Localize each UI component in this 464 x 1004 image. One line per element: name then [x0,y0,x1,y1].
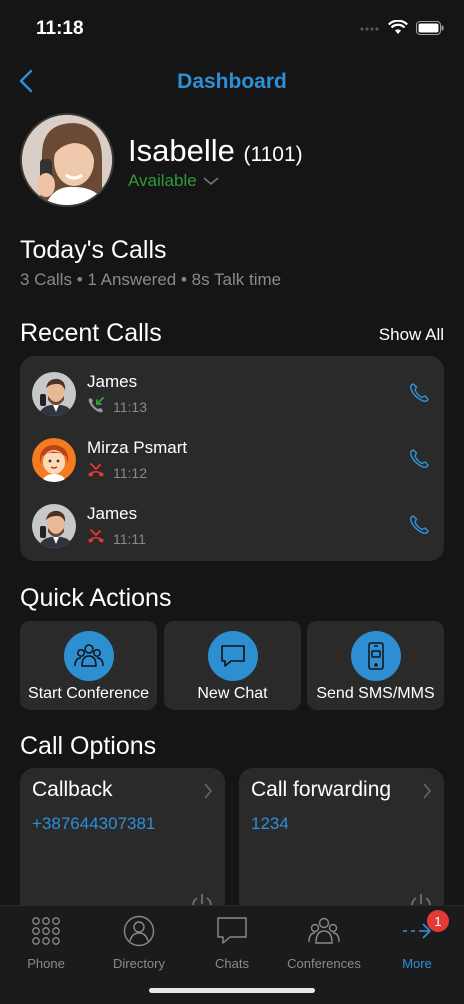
nav-bar: Dashboard [0,60,464,104]
profile-header: Isabelle (1101) Available [20,113,450,209]
conference-icon [307,914,341,948]
quick-action-label: Start Conference [28,685,149,702]
summary-separator: • [76,270,83,289]
answered-count: 1 Answered [87,270,177,289]
recent-call-row[interactable]: James 11:13 [20,364,444,424]
call-back-button[interactable] [406,380,432,406]
notification-badge: 1 [427,910,449,932]
quick-action-label: New Chat [197,685,268,702]
battery-icon [416,20,444,40]
todays-calls-summary: 3 Calls • 1 Answered • 8s Talk time [20,270,281,290]
recent-calls-card: James 11:13 Mirza Psmart 11:12 James 11:… [20,356,444,561]
chevron-right-icon [204,783,213,799]
quick-action-label: Send SMS/MMS [316,685,435,702]
tab-label: More [402,956,432,971]
presence-status: Available [128,171,197,190]
presence-selector[interactable]: Available [128,171,219,191]
tab-more[interactable]: 1 More [371,910,463,974]
call-missed-icon [87,528,105,549]
profile-name: Isabelle (1101) [128,133,303,169]
profile-name-text: Isabelle [128,133,235,168]
option-value: +387644307381 [32,814,156,833]
quick-actions: Start Conference New Chat Send SMS/MMS [20,621,444,710]
profile-extension: (1101) [243,143,303,166]
tab-label: Chats [215,956,249,971]
phone-icon [410,449,429,468]
person-icon [122,914,156,948]
avatar [32,372,76,416]
tab-bar: Phone Directory Chats Conferences 1 More [0,905,464,1004]
recent-call-row[interactable]: Mirza Psmart 11:12 [20,430,444,490]
todays-calls-title: Today's Calls [20,236,167,264]
start-conference-button[interactable]: Start Conference [20,621,157,710]
option-title: Call forwarding [251,778,392,801]
phone-icon [410,515,429,534]
call-time: 11:12 [113,464,147,481]
call-meta: 11:12 [87,462,147,483]
chat-bubble-icon [207,631,258,681]
tab-directory[interactable]: Directory [93,912,185,974]
avatar[interactable] [20,113,114,207]
call-incoming-icon [87,396,105,417]
caller-name: Mirza Psmart [87,438,188,457]
new-chat-button[interactable]: New Chat [164,621,301,710]
call-back-button[interactable] [406,512,432,538]
chat-bubble-icon [215,914,249,948]
call-forwarding-option-card[interactable]: Call forwarding 1234 [239,768,444,918]
call-time: 11:11 [113,530,146,547]
send-sms-button[interactable]: Send SMS/MMS [307,621,444,710]
caller-name: James [87,504,138,523]
status-bar: 11:18 [0,0,464,56]
call-back-button[interactable] [406,446,432,472]
status-icons [360,19,444,40]
quick-actions-title: Quick Actions [20,584,172,612]
phone-icon [410,383,429,402]
avatar [32,504,76,548]
call-meta: 11:11 [87,528,146,549]
show-all-button[interactable]: Show All [379,325,444,345]
mobile-phone-icon [350,631,401,681]
call-options-title: Call Options [20,732,157,760]
recent-calls-title: Recent Calls [20,319,162,347]
home-indicator [149,988,315,993]
talk-time: 8s Talk time [191,270,282,289]
recent-call-row[interactable]: James 11:11 [20,496,444,556]
calls-count: 3 Calls [20,270,72,289]
tab-label: Phone [27,956,65,971]
chevron-right-icon [423,783,432,799]
status-time: 11:18 [36,18,84,39]
call-time: 11:13 [113,398,147,415]
summary-separator: • [180,270,187,289]
tab-chats[interactable]: Chats [186,912,278,974]
callback-option-card[interactable]: Callback +387644307381 [20,768,225,918]
call-meta: 11:13 [87,396,147,417]
avatar [32,438,76,482]
chevron-down-icon [203,177,219,186]
page-title: Dashboard [177,70,287,93]
option-value: 1234 [251,814,289,833]
caller-name: James [87,372,138,391]
tab-conferences[interactable]: Conferences [278,912,370,974]
dialpad-icon [29,914,63,948]
option-title: Callback [32,778,113,801]
tab-label: Directory [112,956,165,971]
tab-phone[interactable]: Phone [0,912,92,974]
wifi-icon [388,19,408,40]
cellular-signal-icon [360,21,380,39]
tab-label: Conferences [287,956,361,971]
conference-icon [63,631,114,681]
call-missed-icon [87,462,105,483]
